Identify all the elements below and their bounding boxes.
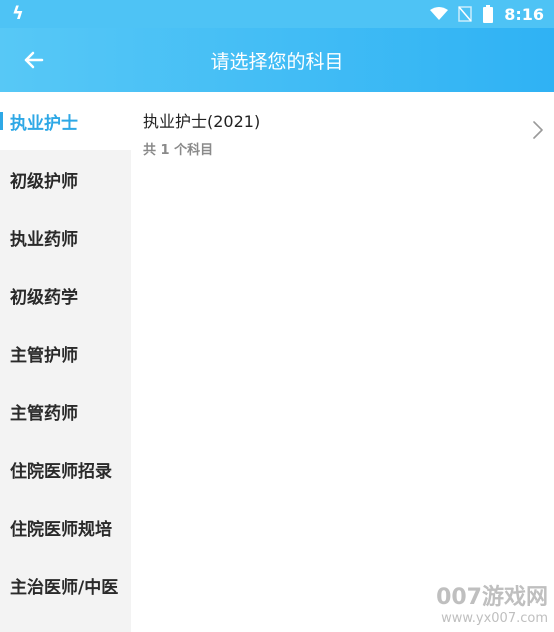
sidebar-item-label: 执业药师 (10, 229, 78, 250)
sidebar-item-label: 执业护士 (10, 113, 78, 134)
sidebar-item-7[interactable]: 住院医师招录 (0, 440, 131, 498)
sidebar-item-4[interactable]: 初级药学 (0, 266, 131, 324)
subject-item[interactable]: 执业护士(2021) 共 1 个科目 (131, 92, 554, 168)
sidebar-item-5[interactable]: 主管护师 (0, 324, 131, 382)
chevron-right-icon (533, 121, 543, 139)
status-time: 8:16 (504, 4, 544, 24)
wifi-icon (430, 7, 449, 20)
subject-count: 共 1 个科目 (143, 143, 214, 158)
sidebar-item-8[interactable]: 住院医师规培 (0, 498, 131, 556)
status-bar: ϟ 8:16 (0, 0, 554, 28)
sidebar-item-label: 住院医师招录 (10, 461, 112, 482)
sidebar-item-2[interactable]: 初级护师 (0, 150, 131, 208)
sidebar-item-label: 住院医师规培 (10, 519, 112, 540)
sidebar-item-1[interactable]: 执业护士 (0, 92, 131, 150)
watermark: 007游戏网 www.yx007.com (418, 579, 548, 626)
app-notification-icon: ϟ (12, 3, 24, 24)
app-bar: 请选择您的科目 (0, 28, 554, 92)
watermark-url: www.yx007.com (441, 611, 548, 626)
watermark-brand: 007游戏网 (436, 585, 548, 610)
sidebar-item-label: 初级药学 (10, 287, 78, 308)
category-sidebar: 执业护士 初级护师 执业药师 初级药学 主管护师 主管药师 住院医师招录 住院医… (0, 92, 131, 632)
no-signal-icon (458, 6, 472, 22)
sidebar-item-label: 初级护师 (10, 171, 78, 192)
sidebar-item-label: 主管护师 (10, 345, 78, 366)
sidebar-item-label: 主管药师 (10, 403, 78, 424)
sidebar-item-6[interactable]: 主管药师 (0, 382, 131, 440)
subject-name: 执业护士(2021) (143, 112, 261, 131)
status-icons: 8:16 (430, 0, 544, 28)
sidebar-item-3[interactable]: 执业药师 (0, 208, 131, 266)
subject-list: 执业护士(2021) 共 1 个科目 (131, 92, 554, 632)
page-title: 请选择您的科目 (210, 50, 344, 73)
battery-icon (483, 5, 494, 23)
sidebar-item-9[interactable]: 主治医师/中医 (0, 556, 131, 614)
sidebar-item-label: 主治医师/中医 (10, 577, 119, 598)
